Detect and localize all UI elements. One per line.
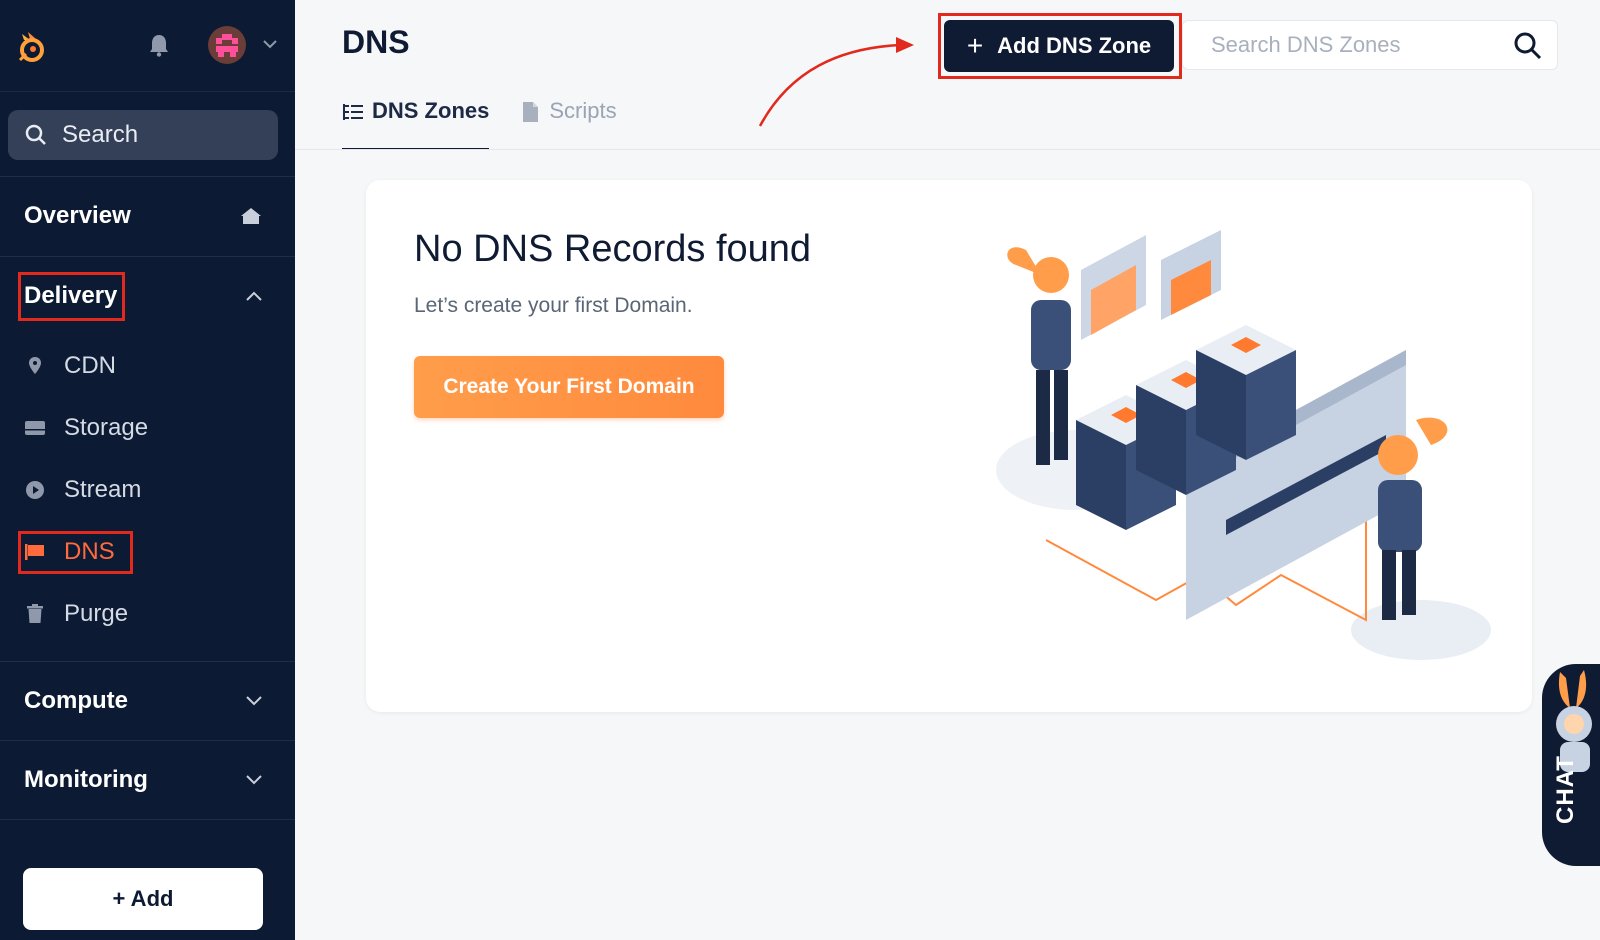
chevron-up-icon (246, 291, 262, 301)
sidebar-search-label: Search (62, 121, 139, 148)
play-icon (24, 479, 46, 501)
divider (0, 819, 295, 820)
highlight-box (18, 531, 133, 574)
sidebar-search[interactable]: Search (8, 110, 278, 160)
annotation-arrow (758, 37, 914, 127)
chat-label: CHAT (1552, 755, 1579, 824)
home-icon (241, 208, 261, 224)
sidebar-item-label: Storage (64, 414, 149, 441)
sidebar-header (0, 0, 295, 92)
divider (0, 176, 295, 177)
sidebar-section-compute[interactable]: Compute (0, 663, 295, 739)
chevron-down-icon[interactable] (262, 36, 278, 52)
sidebar-item-label: Compute (24, 687, 128, 714)
user-avatar[interactable] (208, 26, 246, 64)
divider (0, 740, 295, 741)
storage-icon (24, 417, 46, 439)
empty-state-card: No DNS Records found Let’s create your f… (366, 180, 1532, 712)
divider (0, 661, 295, 662)
notification-bell-icon[interactable] (148, 33, 170, 57)
sidebar-item-stream[interactable]: Stream (24, 468, 141, 512)
sidebar-item-cdn[interactable]: CDN (24, 344, 116, 388)
document-icon (523, 102, 539, 122)
highlight-box (18, 272, 125, 321)
trash-icon (24, 603, 46, 625)
divider (0, 256, 295, 257)
dns-zone-search (1182, 20, 1558, 70)
chevron-down-icon (246, 775, 262, 785)
sidebar-item-storage[interactable]: Storage (24, 406, 148, 450)
tab-label: Scripts (549, 98, 617, 123)
sidebar-section-monitoring[interactable]: Monitoring (0, 742, 295, 818)
tabs-divider (295, 149, 1600, 150)
tab-label: DNS Zones (372, 98, 490, 123)
map-pin-icon (24, 355, 46, 377)
empty-state-subtitle: Let’s create your first Domain. (414, 294, 693, 317)
create-first-domain-button[interactable]: Create Your First Domain (414, 356, 724, 418)
search-icon (25, 124, 46, 145)
sidebar-item-label: CDN (64, 352, 116, 379)
empty-state-title: No DNS Records found (414, 228, 812, 270)
chat-widget[interactable]: CHAT (1542, 664, 1600, 866)
chevron-down-icon (246, 696, 262, 706)
search-dns-zones-input[interactable] (1211, 32, 1501, 58)
sidebar: Search Overview Delivery CDN Storage Str… (0, 0, 295, 940)
sidebar-item-label: Overview (24, 202, 131, 229)
search-icon[interactable] (1513, 31, 1543, 61)
logo-icon[interactable] (12, 26, 52, 66)
list-icon (343, 104, 363, 120)
tab-dns-zones[interactable]: DNS Zones (342, 98, 490, 150)
page-title: DNS (342, 24, 410, 60)
tab-bar: DNS Zones Scripts (342, 98, 647, 150)
sidebar-item-overview[interactable]: Overview (0, 178, 295, 254)
sidebar-item-label: Monitoring (24, 766, 148, 793)
highlight-box (938, 13, 1182, 79)
server-illustration (996, 230, 1491, 660)
sidebar-item-label: Stream (64, 476, 142, 503)
sidebar-item-purge[interactable]: Purge (24, 592, 128, 636)
add-button[interactable]: + Add (23, 868, 263, 930)
tab-scripts[interactable]: Scripts (519, 98, 617, 150)
sidebar-item-label: Purge (64, 600, 129, 627)
